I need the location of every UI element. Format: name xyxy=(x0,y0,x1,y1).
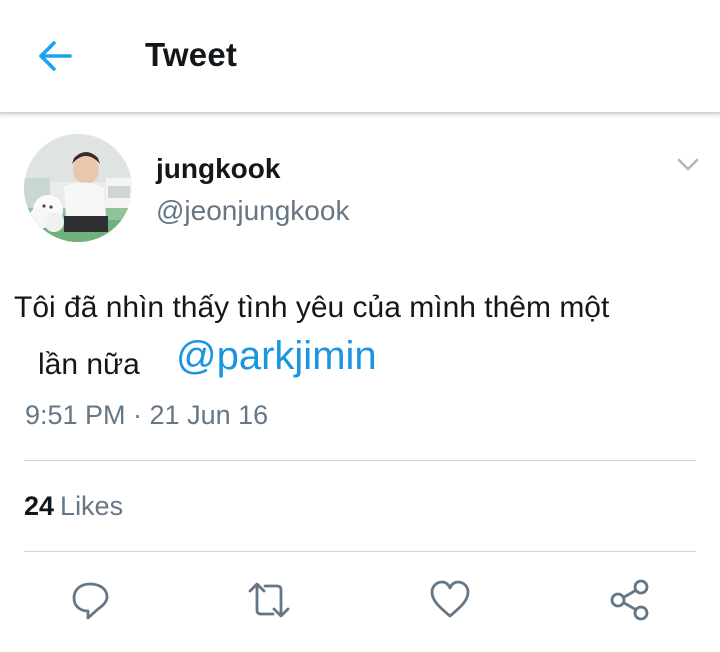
back-button[interactable] xyxy=(34,36,78,76)
reply-icon xyxy=(72,582,109,620)
avatar[interactable] xyxy=(24,134,132,242)
page-title: Tweet xyxy=(145,36,238,73)
likes-label: Likes xyxy=(60,491,124,521)
share-button[interactable] xyxy=(608,578,652,622)
retweet-icon xyxy=(248,582,290,618)
top-bar: Tweet xyxy=(0,0,720,114)
tweet-text-line: Tôi đã nhìn thấy tình yêu của mình thêm … xyxy=(14,291,610,324)
tweet-timestamp: 9:51 PM · 21 Jun 16 xyxy=(25,400,269,430)
like-button[interactable] xyxy=(428,578,472,622)
retweet-button[interactable] xyxy=(247,578,291,622)
mention-link[interactable]: @parkjimin xyxy=(176,334,377,379)
arrow-left-icon xyxy=(39,41,72,71)
author-handle[interactable]: @jeonjungkook xyxy=(156,195,349,227)
tweet-menu-button[interactable] xyxy=(672,150,704,178)
tweet-text-line: lần nữa xyxy=(38,348,140,381)
heart-icon xyxy=(430,580,470,618)
likes-stat[interactable]: 24 Likes xyxy=(24,491,123,522)
author-display-name[interactable]: jungkook xyxy=(156,153,280,185)
divider xyxy=(24,551,696,552)
likes-count: 24 xyxy=(24,491,55,521)
reply-button[interactable] xyxy=(69,578,113,622)
share-icon xyxy=(610,579,649,621)
divider xyxy=(24,460,696,461)
profile-photo xyxy=(24,134,132,242)
chevron-down-icon xyxy=(677,158,699,171)
